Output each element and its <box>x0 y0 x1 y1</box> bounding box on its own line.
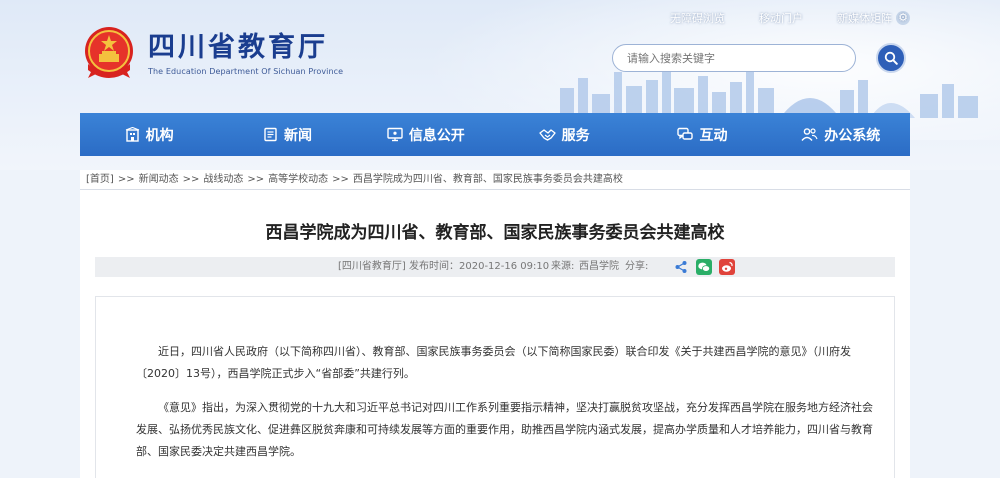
building-icon <box>125 127 139 142</box>
nav-item-office-system[interactable]: 办公系统 <box>772 113 910 156</box>
nav-label: 互动 <box>699 127 728 144</box>
main-nav: 机构 新闻 信息公开 服务 互动 办公系统 <box>80 113 910 156</box>
article-title: 西昌学院成为四川省、教育部、国家民族事务委员会共建高校 <box>265 223 725 243</box>
breadcrumb-separator: >> <box>117 174 135 185</box>
mobile-portal-link[interactable]: 移动门户 <box>759 10 803 26</box>
share-icon[interactable] <box>673 259 689 275</box>
article-paragraph: 《意见》指出，为深入贯彻党的十九大和习近平总书记对四川工作系列重要指示精神，坚决… <box>136 401 873 458</box>
meta-share-label: 分享: <box>625 261 649 272</box>
search-box <box>612 44 856 72</box>
accessibility-link[interactable]: 无障碍浏览 <box>670 10 725 26</box>
meta-publish-time: 2020-12-16 09:10 <box>459 261 550 272</box>
site-logo[interactable]: 四川省教育厅 The Education Department Of Sichu… <box>80 24 343 82</box>
nav-label: 服务 <box>561 127 590 144</box>
nav-item-organization[interactable]: 机构 <box>80 113 218 156</box>
nav-label: 机构 <box>145 127 174 144</box>
meta-source-tag: [四川省教育厅] <box>338 261 406 272</box>
national-emblem-icon <box>85 27 133 78</box>
new-media-link[interactable]: 新媒体矩阵 ⚙ <box>837 10 910 26</box>
logo-subtitle: The Education Department Of Sichuan Prov… <box>148 66 344 76</box>
nav-label: 办公系统 <box>824 127 881 144</box>
article-panel: 西昌学院成为四川省、教育部、国家民族事务委员会共建高校 [四川省教育厅] 发布时… <box>80 190 910 478</box>
meta-publish-label: 发布时间： <box>409 261 459 272</box>
article-paragraph: 近日，四川省人民政府（以下简称四川省）、教育部、国家民族事务委员会（以下简称国家… <box>136 345 851 380</box>
search-icon <box>884 51 898 65</box>
breadcrumb: [首页] >> 新闻动态 >> 战线动态 >> 高等学校动态 >> 西昌学院成为… <box>80 170 910 190</box>
chat-icon <box>677 127 694 140</box>
breadcrumb-news[interactable]: 新闻动态 <box>139 170 179 189</box>
monitor-icon <box>387 127 403 142</box>
handshake-icon <box>538 129 556 141</box>
breadcrumb-frontline[interactable]: 战线动态 <box>203 170 243 189</box>
article-meta-bar: [四川省教育厅] 发布时间： 2020-12-16 09:10 来源: 西昌学院… <box>95 257 895 277</box>
wechat-icon[interactable] <box>696 259 712 275</box>
nav-item-news[interactable]: 新闻 <box>218 113 356 156</box>
nav-item-service[interactable]: 服务 <box>495 113 633 156</box>
people-icon <box>801 128 818 141</box>
news-icon <box>264 127 277 142</box>
accessibility-link-label: 无障碍浏览 <box>670 12 725 25</box>
breadcrumb-home[interactable]: [首页] <box>86 170 114 189</box>
weibo-icon[interactable] <box>719 259 735 275</box>
mobile-portal-link-label: 移动门户 <box>759 12 803 25</box>
gear-icon: ⚙ <box>896 11 910 25</box>
meta-origin-label: 来源: <box>551 261 575 272</box>
breadcrumb-current: 西昌学院成为四川省、教育部、国家民族事务委员会共建高校 <box>352 174 623 185</box>
breadcrumb-separator: >> <box>182 174 200 185</box>
article-body: 近日，四川省人民政府（以下简称四川省）、教育部、国家民族事务委员会（以下简称国家… <box>95 296 895 478</box>
meta-origin: 西昌学院 <box>579 261 619 272</box>
breadcrumb-separator: >> <box>247 174 265 185</box>
breadcrumb-separator: >> <box>332 174 349 185</box>
new-media-link-label: 新媒体矩阵 <box>837 12 892 25</box>
search-button[interactable] <box>876 43 906 73</box>
search-input[interactable] <box>627 51 837 65</box>
nav-item-info-disclosure[interactable]: 信息公开 <box>357 113 495 156</box>
nav-item-interaction[interactable]: 互动 <box>633 113 771 156</box>
nav-label: 信息公开 <box>408 127 465 144</box>
breadcrumb-universities[interactable]: 高等学校动态 <box>268 170 328 189</box>
logo-title: 四川省教育厅 <box>148 31 328 63</box>
top-links: 无障碍浏览 移动门户 新媒体矩阵 ⚙ <box>670 10 910 26</box>
nav-label: 新闻 <box>283 127 312 144</box>
